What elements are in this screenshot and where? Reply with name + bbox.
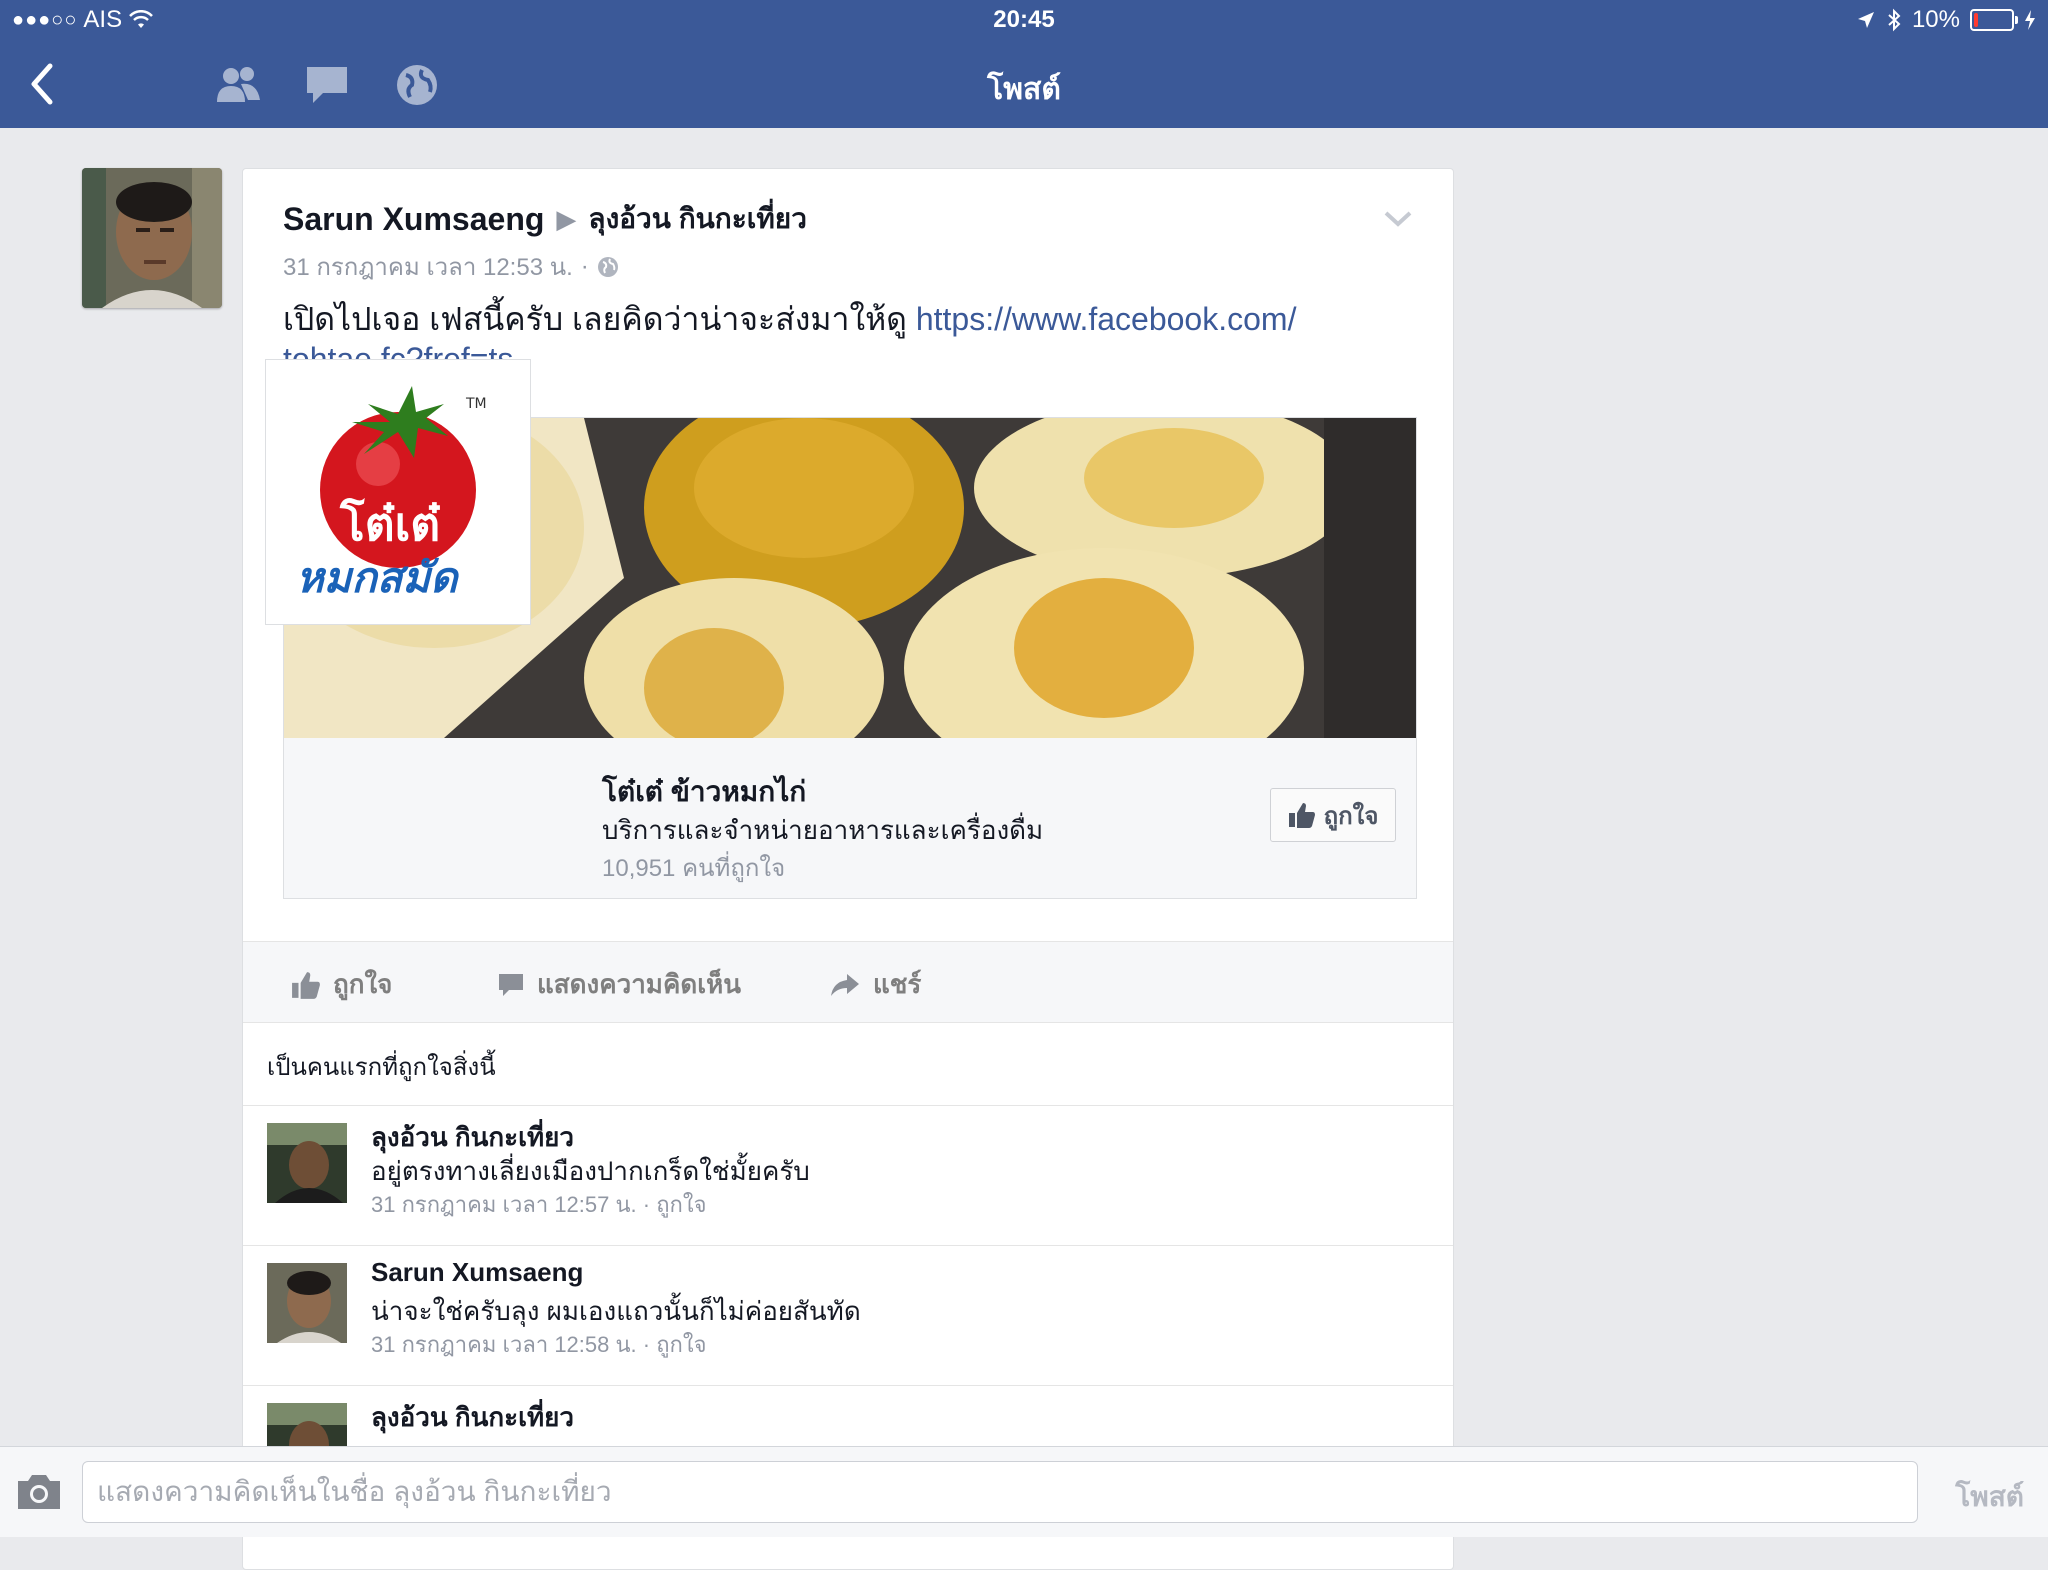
comment-composer: โพสต์ — [0, 1446, 2048, 1537]
commenter-avatar[interactable] — [267, 1123, 347, 1203]
page-logo[interactable]: TM โต๋เต๋ หมกสมัด — [265, 359, 531, 625]
comment-text: อยู่ตรงทางเลี่ยงเมืองปากเกร็ดใช่มั้ยครับ — [371, 1156, 810, 1186]
tomato-logo-image: TM โต๋เต๋ หมกสมัด — [296, 386, 487, 602]
post-link-part1: https://www.facebook.com/ — [915, 301, 1297, 337]
post-card: Sarun Xumsaeng ▶ ลุงอ้วน กินกะเที่ยว 31 … — [242, 168, 1454, 1570]
divider — [243, 1105, 1453, 1106]
comment-meta: 31 กรกฎาคม เวลา 12:57 น. · ถูกใจ — [371, 1187, 706, 1222]
post-meta: 31 กรกฎาคม เวลา 12:53 น. · — [283, 247, 807, 286]
comment-item: Sarun Xumsaeng น่าจะใช่ครับลุง ผมเองแถวน… — [267, 1249, 1417, 1379]
logo-text-bottom: หมกสมัด — [296, 553, 460, 602]
comment-input[interactable] — [82, 1461, 1918, 1523]
first-like-prompt: เป็นคนแรกที่ถูกใจสิ่งนี้ — [267, 1054, 496, 1081]
comment-time[interactable]: 31 กรกฎาคม เวลา 12:58 น. — [371, 1332, 637, 1357]
like-label: ถูกใจ — [333, 969, 393, 999]
post-header: Sarun Xumsaeng ▶ ลุงอ้วน กินกะเที่ยว 31 … — [283, 197, 807, 286]
post-timestamp[interactable]: 31 กรกฎาคม เวลา 12:53 น. — [283, 247, 573, 286]
page-title: โพสต์ — [987, 73, 1061, 106]
post-comment-button[interactable]: โพสต์ — [1955, 1475, 2024, 1519]
battery-icon — [1970, 9, 2018, 31]
author-line: Sarun Xumsaeng ▶ ลุงอ้วน กินกะเที่ยว — [283, 197, 807, 241]
chevron-down-icon[interactable] — [1383, 209, 1413, 229]
like-page-label: ถูกใจ — [1323, 802, 1379, 830]
status-right: 10% — [1856, 6, 2036, 34]
comment-label: แสดงความคิดเห็น — [537, 969, 742, 999]
commenter-name[interactable]: ลุงอ้วน กินกะเที่ยว — [371, 1397, 574, 1438]
arrow-separator-icon: ▶ — [556, 203, 577, 234]
share-button[interactable]: แชร์ — [829, 964, 921, 1005]
share-label: แชร์ — [873, 969, 922, 999]
thumbs-up-icon — [292, 971, 320, 999]
thumbs-up-icon — [1288, 803, 1315, 828]
comment-meta: 31 กรกฎาคม เวลา 12:58 น. · ถูกใจ — [371, 1327, 706, 1362]
commenter-avatar-image — [267, 1263, 347, 1343]
commenter-name[interactable]: Sarun Xumsaeng — [371, 1257, 583, 1288]
bluetooth-icon — [1888, 8, 1901, 32]
meta-dot: · — [580, 252, 589, 280]
comment-icon — [499, 973, 523, 996]
like-page-button[interactable]: ถูกใจ — [1270, 788, 1396, 842]
charging-icon — [2025, 10, 2035, 30]
comment-sep: · — [636, 1332, 657, 1357]
divider — [243, 1385, 1453, 1386]
status-bar: ●●●○○ AIS 20:45 10% — [0, 0, 2048, 40]
like-button[interactable]: ถูกใจ — [291, 964, 392, 1005]
share-arrow-icon — [831, 973, 859, 996]
comment-sep: · — [636, 1192, 657, 1217]
logo-text-top: โต๋เต๋ — [339, 497, 440, 551]
page-info: โต๋เต๋ ข้าวหมกไก่ บริการและจำหน่ายอาหารแ… — [284, 738, 1416, 898]
comment-item: ลุงอ้วน กินกะเที่ยว อยู่ตรงทางเลี่ยงเมือ… — [267, 1109, 1417, 1239]
preview-page-name[interactable]: โต๋เต๋ ข้าวหมกไก่ — [602, 770, 806, 814]
comment-like-link[interactable]: ถูกใจ — [656, 1192, 706, 1217]
comment-time[interactable]: 31 กรกฎาคม เวลา 12:57 น. — [371, 1192, 637, 1217]
preview-page-category: บริการและจำหน่ายอาหารและเครื่องดื่ม — [602, 815, 1044, 845]
battery-percent: 10% — [1911, 6, 1960, 33]
author-name[interactable]: Sarun Xumsaeng — [283, 201, 544, 238]
location-arrow-icon — [1857, 12, 1874, 28]
clock: 20:45 — [993, 6, 1055, 33]
top-bar: ●●●○○ AIS 20:45 10% โพสต์ — [0, 0, 2048, 128]
preview-page-likes: 10,951 คนที่ถูกใจ — [602, 855, 786, 882]
commenter-avatar-image — [267, 1123, 347, 1203]
target-page-name[interactable]: ลุงอ้วน กินกะเที่ยว — [588, 197, 807, 241]
divider — [243, 1245, 1453, 1246]
post-body: เปิดไปเจอ เฟสนี้ครับ เลยคิดว่าน่าจะส่งมา… — [283, 301, 916, 337]
comment-like-link[interactable]: ถูกใจ — [656, 1332, 706, 1357]
nav-bar: โพสต์ — [0, 40, 2048, 128]
public-globe-icon — [597, 256, 618, 277]
avatar-image — [82, 168, 222, 308]
commenter-avatar[interactable] — [267, 1263, 347, 1343]
author-avatar[interactable] — [82, 168, 222, 308]
comment-button[interactable]: แสดงความคิดเห็น — [497, 964, 741, 1005]
logo-tm: TM — [465, 396, 487, 412]
comment-text: น่าจะใช่ครับลุง ผมเองแถวนั้นก็ไม่ค่อยสัน… — [371, 1296, 861, 1326]
action-bar: ถูกใจ แสดงความคิดเห็น แชร์ — [243, 941, 1453, 1023]
camera-icon[interactable] — [14, 1471, 64, 1511]
